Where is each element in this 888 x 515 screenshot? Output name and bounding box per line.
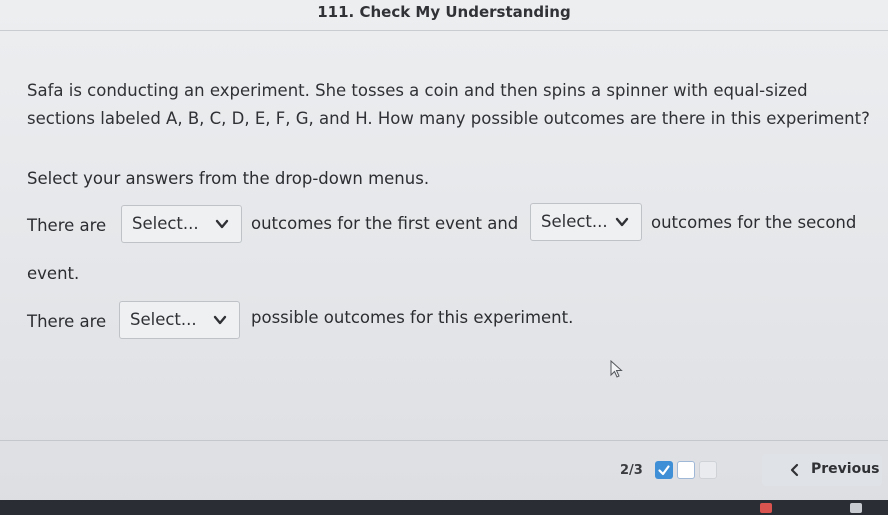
sentence2-part2: possible outcomes for this experiment. [251,308,574,327]
taskbar-app-icon[interactable] [760,503,772,513]
instructions-text: Select your answers from the drop-down m… [27,169,430,188]
total-outcomes-select[interactable]: Select... [119,301,240,339]
second-event-select-label: Select... [541,212,608,231]
progress-count: 2/3 [620,463,643,478]
chevron-left-icon [790,463,799,477]
taskbar-tray-icon[interactable] [850,503,862,513]
previous-button[interactable]: Previous [762,454,882,486]
progress-step-1[interactable] [655,461,673,479]
chevron-down-icon [615,217,629,227]
sentence1-part1: There are [27,216,107,235]
sentence1-part3: outcomes for the second [651,213,857,232]
check-icon [658,465,670,476]
question-text: Safa is conducting an experiment. She to… [27,81,870,128]
page: 111. Check My Understanding Safa is cond… [0,0,888,515]
chevron-down-icon [215,219,229,229]
footer-divider [0,440,888,441]
progress-step-3[interactable] [699,461,717,479]
previous-button-label: Previous [811,461,880,477]
mouse-cursor-icon [610,360,623,378]
first-event-select-label: Select... [132,214,199,233]
chevron-down-icon [213,315,227,325]
sentence1-part2: outcomes for the first event and [251,214,519,233]
page-title: 111. Check My Understanding [317,3,571,21]
progress-step-2[interactable] [677,461,695,479]
first-event-outcomes-select[interactable]: Select... [121,205,242,243]
sentence2-part1: There are [27,312,107,331]
total-outcomes-select-label: Select... [130,310,197,329]
second-event-outcomes-select[interactable]: Select... [530,203,642,241]
sentence1-part4: event. [27,264,80,283]
taskbar [0,500,888,515]
header-divider [0,30,888,31]
